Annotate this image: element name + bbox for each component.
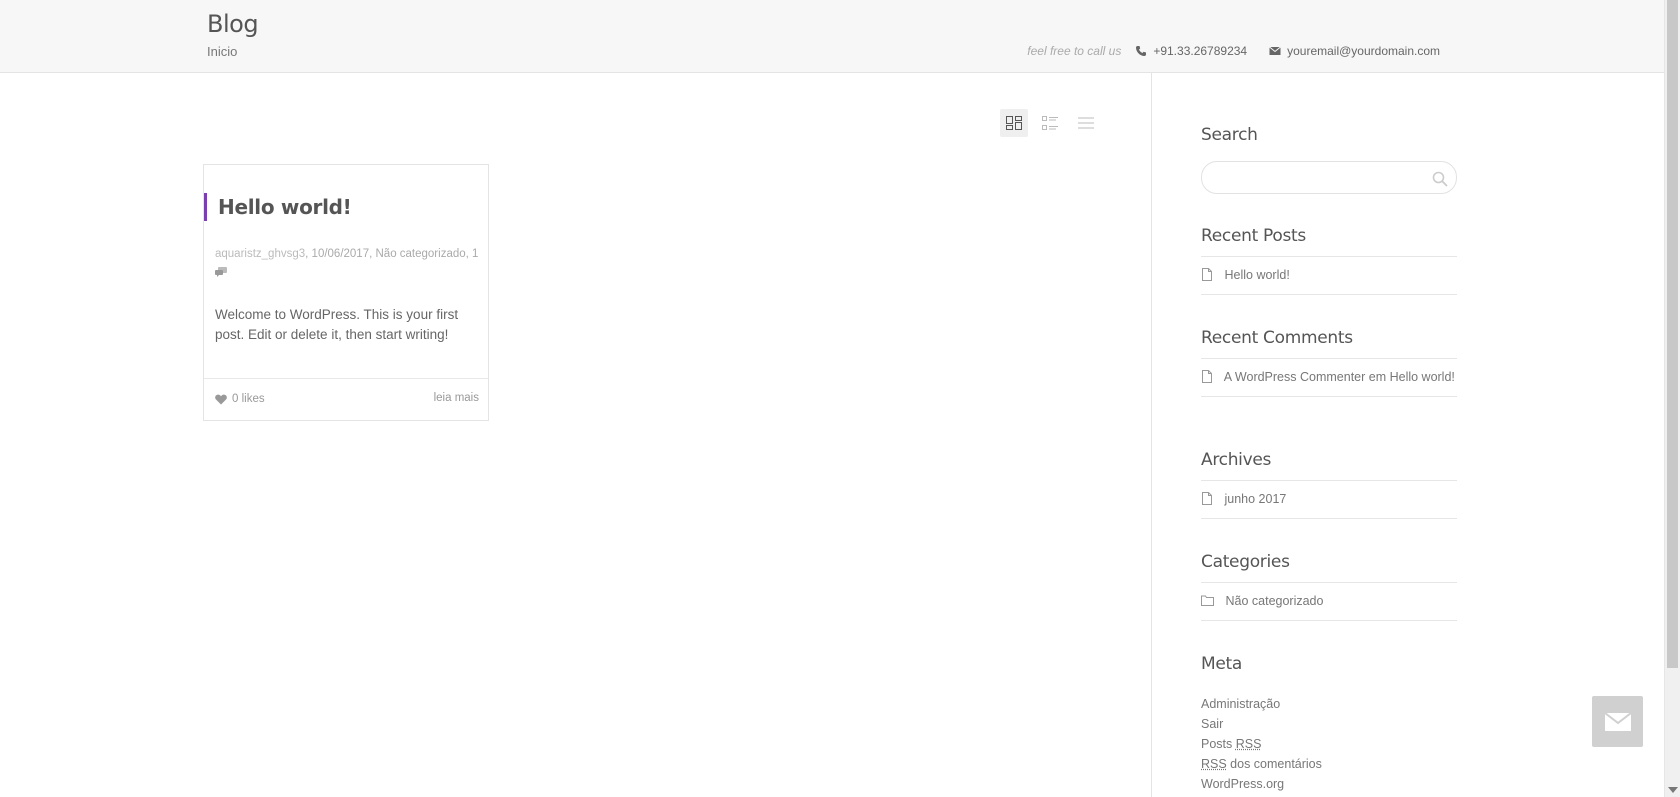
list-item: Não categorizado [1201,583,1457,621]
recent-comment-link[interactable]: A WordPress Commenter em Hello world! [1224,370,1455,384]
categories-title: Categories [1201,552,1290,572]
category-link[interactable]: Não categorizado [1225,594,1323,608]
scroll-down-arrow[interactable] [1668,787,1678,793]
contact-phone[interactable]: +91.33.26789234 [1153,44,1247,58]
search-box [1201,161,1457,194]
scrollbar-thumb[interactable] [1667,0,1678,668]
contact-email[interactable]: youremail@yourdomain.com [1287,44,1440,58]
layout-switcher [1000,109,1100,137]
search-input[interactable] [1214,162,1424,193]
comments-icon [215,267,227,277]
layout-list-button[interactable] [1072,109,1100,137]
contact-tagline: feel free to call us [1027,44,1122,58]
meta-wordpress-link[interactable]: WordPress.org [1201,774,1457,794]
layout-grid-button[interactable] [1000,109,1028,137]
scrollbar[interactable] [1664,0,1680,797]
meta-list: Administração Sair Posts RSS RSS dos com… [1201,694,1457,794]
envelope-icon [1269,45,1281,57]
recent-comments-widget: Recent Comments A WordPress Commenter em… [1201,328,1457,397]
post-excerpt: Welcome to WordPress. This is your first… [215,307,459,342]
document-icon [1202,492,1212,505]
list-item: junho 2017 [1201,481,1457,519]
contact-float-button[interactable] [1592,696,1643,747]
page-header: Blog Inicio feel free to call us +91.33.… [0,0,1664,73]
main-content: Hello world! aquaristz_ghvsg3, 10/06/201… [0,73,1151,797]
post-footer: 0 likes leia mais [204,378,488,420]
meta-title: Meta [1201,654,1243,674]
document-icon [1202,370,1212,383]
search-icon[interactable] [1432,171,1448,187]
likes-button[interactable]: 0 likes [215,393,265,405]
sidebar-divider [1151,73,1152,797]
archives-widget: Archives junho 2017 [1201,450,1457,519]
meta-rss-abbr: RSS [1201,757,1227,771]
meta-widget: Meta Administração Sair Posts RSS RSS do… [1201,654,1457,794]
phone-icon [1135,45,1147,57]
recent-comments-title: Recent Comments [1201,328,1353,348]
post-meta-details: , 10/06/2017, Não categorizado, 1 [305,248,479,260]
folder-icon [1201,595,1214,606]
breadcrumb[interactable]: Inicio [207,44,237,59]
meta-comments-rss-link[interactable]: RSS dos comentários [1201,754,1457,774]
list-item: Hello world! [1201,257,1457,295]
archives-title: Archives [1201,450,1272,470]
categories-widget: Categories Não categorizado [1201,552,1457,621]
read-more-link[interactable]: leia mais [434,392,479,404]
meta-posts-rss-link[interactable]: Posts RSS [1201,734,1457,754]
meta-admin-link[interactable]: Administração [1201,694,1457,714]
recent-posts-title: Recent Posts [1201,226,1306,246]
grid-layout-icon [1006,116,1022,130]
meta-rss-abbr: RSS [1235,737,1262,751]
search-widget-title: Search [1201,125,1258,145]
list-icon [1078,117,1094,129]
post-title[interactable]: Hello world! [204,193,352,221]
layout-thumbnails-button[interactable] [1036,109,1064,137]
heart-icon [215,394,227,404]
mail-icon [1604,712,1631,731]
meta-posts-prefix: Posts [1201,737,1236,751]
breadcrumb-home[interactable]: Inicio [207,44,237,59]
recent-post-link[interactable]: Hello world! [1224,268,1289,282]
meta-comments-suffix: dos comentários [1226,757,1322,771]
post-meta: aquaristz_ghvsg3, 10/06/2017, Não catego… [215,244,480,284]
likes-count: 0 likes [232,393,265,405]
post-author[interactable]: aquaristz_ghvsg3 [215,248,305,260]
page-title: Blog [207,10,259,38]
meta-logout-link[interactable]: Sair [1201,714,1457,734]
recent-posts-widget: Recent Posts Hello world! [1201,226,1457,295]
archive-link[interactable]: junho 2017 [1224,492,1286,506]
post-card: Hello world! aquaristz_ghvsg3, 10/06/201… [203,164,489,421]
list-item: A WordPress Commenter em Hello world! [1201,359,1457,397]
document-icon [1202,268,1212,281]
contact-info: feel free to call us +91.33.26789234 you… [1027,44,1440,58]
list-thumbnails-icon [1042,116,1058,130]
